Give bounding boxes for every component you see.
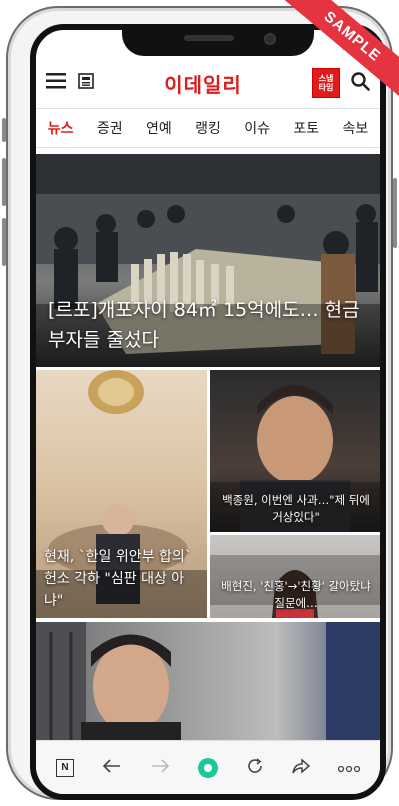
phone-frame: 5:4 이데일리 스냅타임 뉴스 증권 연예 [2, 6, 397, 800]
naver-home-button[interactable]: N [56, 758, 74, 777]
article-headline[interactable]: 배현진, '친홍'→'친황' 갈아탔냐 질문에… [218, 578, 374, 612]
hero-headline[interactable]: [르포]개포자이 84㎡ 15억에도… 현금부자들 줄섰다 [48, 295, 370, 355]
hero-article[interactable]: [르포]개포자이 84㎡ 15억에도… 현금부자들 줄섰다 [36, 154, 380, 367]
green-dot-icon[interactable] [198, 757, 218, 778]
newspaper-icon[interactable] [78, 73, 94, 93]
search-icon[interactable] [350, 71, 370, 95]
forward-arrow-icon[interactable] [150, 758, 170, 778]
volume-up-button [2, 158, 6, 206]
cho-photo [36, 622, 380, 742]
tab-photo[interactable]: 포토 [293, 118, 319, 138]
volume-down-button [2, 218, 6, 266]
app-header: 이데일리 스냅타임 [36, 60, 380, 106]
mute-switch [2, 118, 6, 142]
share-icon[interactable] [292, 757, 311, 778]
menu-icon[interactable] [46, 72, 66, 94]
tab-entertainment[interactable]: 연예 [146, 118, 172, 138]
refresh-icon[interactable] [246, 757, 264, 779]
phone-screen: 5:4 이데일리 스냅타임 뉴스 증권 연예 [30, 24, 386, 800]
article-headline[interactable]: 백종원, 이번엔 사과…"제 뒤에 거상있다" [218, 492, 374, 526]
tab-issue[interactable]: 이슈 [244, 118, 270, 138]
article-card-constitutional-court[interactable]: 현재, `한일 위안부 합의` 헌소 각하 "심판 대상 아냐" [36, 370, 207, 618]
browser-toolbar: N [36, 740, 380, 794]
category-tabs: 뉴스 증권 연예 랭킹 이슈 포토 속보 [36, 108, 380, 148]
article-card-cho[interactable] [36, 622, 380, 742]
tab-stocks[interactable]: 증권 [97, 118, 123, 138]
camera [264, 33, 276, 45]
speaker [184, 35, 234, 41]
more-icon[interactable] [337, 758, 361, 777]
snaptime-button[interactable]: 스냅타임 [311, 68, 340, 98]
power-button [393, 178, 397, 248]
back-arrow-icon[interactable] [102, 758, 122, 778]
tab-news[interactable]: 뉴스 [48, 118, 74, 138]
logo[interactable]: 이데일리 [164, 69, 242, 98]
tab-breaking[interactable]: 속보 [343, 118, 369, 138]
tab-ranking[interactable]: 랭킹 [195, 118, 221, 138]
article-card-baek[interactable]: 백종원, 이번엔 사과…"제 뒤에 거상있다" [210, 370, 380, 532]
article-card-bae[interactable]: 배현진, '친홍'→'친황' 갈아탔냐 질문에… [210, 535, 380, 618]
notch [122, 30, 314, 56]
article-headline[interactable]: 현재, `한일 위안부 합의` 헌소 각하 "심판 대상 아냐" [44, 546, 201, 612]
